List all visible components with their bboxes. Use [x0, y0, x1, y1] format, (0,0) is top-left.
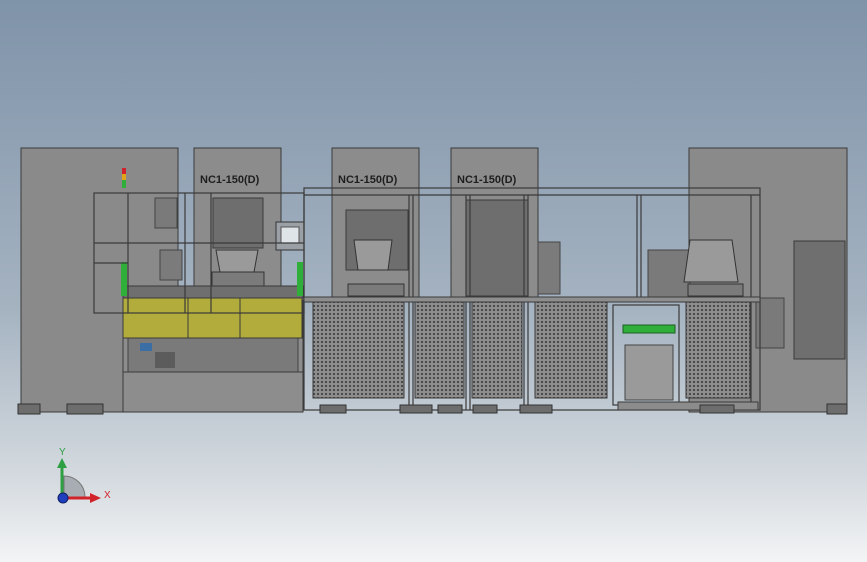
press-2-label: NC1-150(D)	[338, 174, 398, 186]
press-3: NC1-150(D)	[450, 147, 561, 299]
signal-tower	[122, 168, 126, 188]
hmi-screen	[275, 221, 305, 251]
x-axis-label: X	[104, 490, 111, 501]
y-axis-arrowhead	[57, 458, 67, 468]
press-1-label: NC1-150(D)	[200, 174, 260, 186]
production-line-drawing: NC1-150(D) NC1-150(D) NC1-150(D) Y X	[17, 147, 848, 504]
mesh-guards	[303, 296, 761, 399]
z-axis-dot	[57, 492, 69, 504]
x-axis-arrowhead	[90, 493, 101, 503]
coordinate-triad: Y X	[57, 447, 111, 504]
y-axis-label: Y	[59, 447, 66, 458]
cad-viewport[interactable]: NC1-150(D) NC1-150(D) NC1-150(D) Y X	[0, 0, 867, 562]
press-2: NC1-150(D)	[331, 147, 420, 299]
press-3-label: NC1-150(D)	[457, 174, 517, 186]
